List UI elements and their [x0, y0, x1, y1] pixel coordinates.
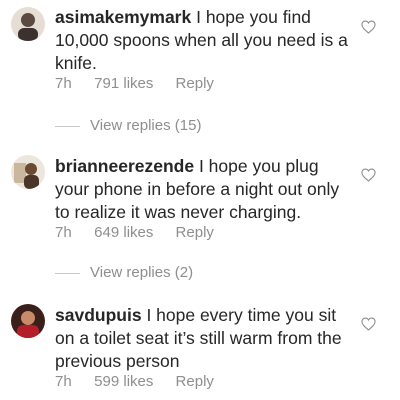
heart-outline-icon[interactable]	[361, 317, 376, 331]
heart-outline-icon[interactable]	[361, 168, 376, 182]
comment-time: 7h	[55, 75, 72, 92]
comment-time: 7h	[55, 224, 72, 241]
reply-button[interactable]: Reply	[176, 224, 214, 241]
heart-outline-icon[interactable]	[361, 20, 376, 34]
comment-likes[interactable]: 791 likes	[94, 75, 153, 92]
comment-meta: 7h 599 likes Reply	[55, 373, 214, 390]
avatar[interactable]	[11, 7, 45, 41]
reply-button[interactable]: Reply	[176, 373, 214, 390]
comment-meta: 7h 791 likes Reply	[55, 75, 214, 92]
replies-divider-line	[55, 272, 80, 274]
comment-likes[interactable]: 599 likes	[94, 373, 153, 390]
avatar[interactable]	[11, 155, 45, 189]
comment-meta: 7h 649 likes Reply	[55, 224, 214, 241]
view-replies-label[interactable]: View replies (2)	[90, 264, 193, 281]
comment-username[interactable]: asimakemymark	[55, 7, 191, 27]
replies-divider-line	[55, 125, 80, 127]
avatar-image	[11, 155, 45, 189]
avatar-image	[11, 7, 45, 41]
view-replies-label[interactable]: View replies (15)	[90, 117, 201, 134]
comment-time: 7h	[55, 373, 72, 390]
comment-username[interactable]: brianneerezende	[55, 156, 194, 176]
reply-button[interactable]: Reply	[176, 75, 214, 92]
comment-likes[interactable]: 649 likes	[94, 224, 153, 241]
comment-text: brianneerezende I hope you plug your pho…	[55, 155, 355, 224]
view-replies[interactable]: View replies (15)	[55, 117, 201, 134]
comment-text: savdupuis I hope every time you sit on a…	[55, 304, 355, 373]
avatar-image	[11, 304, 45, 338]
comment-text: asimakemymark I hope you find 10,000 spo…	[55, 6, 355, 75]
avatar[interactable]	[11, 304, 45, 338]
view-replies[interactable]: View replies (2)	[55, 264, 193, 281]
comment-username[interactable]: savdupuis	[55, 305, 142, 325]
